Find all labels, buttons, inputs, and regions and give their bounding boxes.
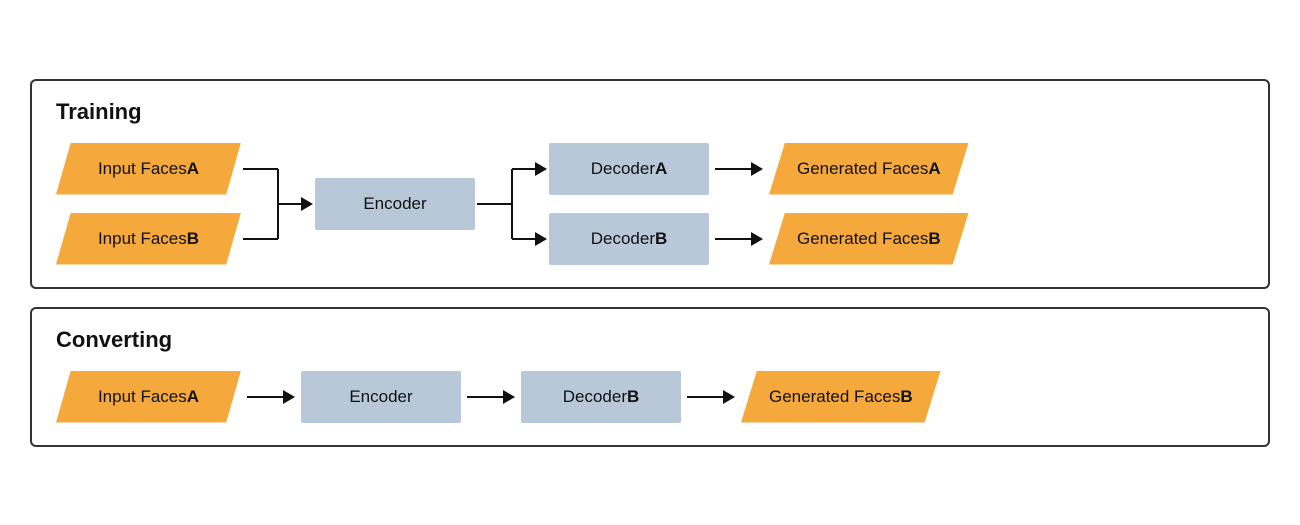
split-lines-svg — [477, 143, 547, 265]
decoder-split: Decoder A Generated Faces A Decoder B — [549, 143, 969, 265]
training-input-a: Input Faces A — [56, 143, 241, 195]
main-container: Training Input Faces A Input Faces B — [30, 79, 1270, 447]
input-stack: Input Faces A Input Faces B — [56, 143, 241, 265]
converting-decoder-b: Decoder B — [521, 371, 681, 423]
training-generated-b: Generated Faces B — [769, 213, 969, 265]
arrow-decoder-to-generated — [687, 390, 735, 404]
training-decoder-a: Decoder A — [549, 143, 709, 195]
training-encoder: Encoder — [315, 178, 475, 230]
converting-encoder: Encoder — [301, 371, 461, 423]
training-input-b: Input Faces B — [56, 213, 241, 265]
decoder-b-row: Decoder B Generated Faces B — [549, 213, 969, 265]
converting-title: Converting — [56, 327, 1244, 353]
arrow-decoder-b-to-gen-b — [715, 232, 763, 246]
converting-flow: Input Faces A Encoder Decoder B — [56, 371, 1244, 423]
training-decoder-b: Decoder B — [549, 213, 709, 265]
merge-bracket-svg — [243, 143, 313, 265]
training-flow: Input Faces A Input Faces B — [56, 143, 1244, 265]
arrow-encoder-to-decoder — [467, 390, 515, 404]
training-title: Training — [56, 99, 1244, 125]
training-section: Training Input Faces A Input Faces B — [30, 79, 1270, 289]
training-generated-a: Generated Faces A — [769, 143, 969, 195]
converting-generated-b: Generated Faces B — [741, 371, 941, 423]
arrow-decoder-a-to-gen-a — [715, 162, 763, 176]
decoder-a-row: Decoder A Generated Faces A — [549, 143, 969, 195]
converting-section: Converting Input Faces A Encoder Decoder… — [30, 307, 1270, 447]
converting-input-a: Input Faces A — [56, 371, 241, 423]
arrow-input-to-encoder — [247, 390, 295, 404]
